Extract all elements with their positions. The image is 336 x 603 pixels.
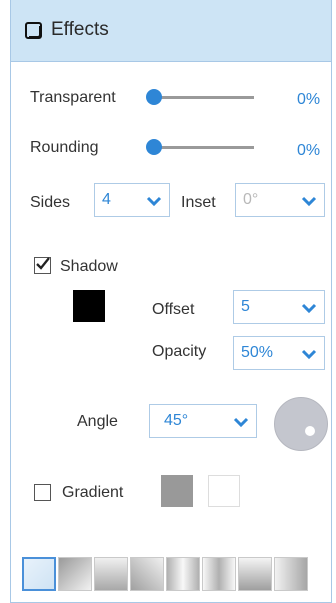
rounding-value: 0% xyxy=(297,142,321,159)
gradient-preset-4[interactable] xyxy=(130,557,164,591)
inset-label: Inset xyxy=(181,194,216,211)
gradient-preset-3[interactable] xyxy=(94,557,128,591)
transparent-slider-track[interactable] xyxy=(152,96,254,99)
gradient-preset-8[interactable] xyxy=(274,557,308,591)
panel-header[interactable]: Effects xyxy=(11,0,331,62)
offset-label: Offset xyxy=(152,301,195,318)
shadow-label: Shadow xyxy=(60,258,118,275)
angle-dial-handle[interactable] xyxy=(305,426,315,436)
gradient-color1-swatch[interactable] xyxy=(161,475,193,507)
panel-title: Effects xyxy=(51,19,109,40)
opacity-value: 50% xyxy=(241,344,274,361)
chevron-down-icon xyxy=(301,349,317,360)
sides-value: 4 xyxy=(102,191,111,208)
rounding-label: Rounding xyxy=(30,139,99,156)
opacity-label: Opacity xyxy=(152,343,207,360)
gradient-preset-6[interactable] xyxy=(202,557,236,591)
chevron-down-icon xyxy=(301,303,317,314)
sides-select[interactable]: 4 xyxy=(94,183,170,217)
gradient-presets xyxy=(22,557,308,591)
gradient-preset-5[interactable] xyxy=(166,557,200,591)
rounding-slider-thumb[interactable] xyxy=(146,139,162,155)
angle-select[interactable]: 45° xyxy=(149,404,257,438)
opacity-select[interactable]: 50% xyxy=(233,336,325,370)
shadow-color-swatch[interactable] xyxy=(73,290,105,322)
gradient-preset-7[interactable] xyxy=(238,557,272,591)
angle-label: Angle xyxy=(77,413,118,430)
panel-icon xyxy=(25,22,42,39)
chevron-down-icon xyxy=(146,196,162,207)
gradient-checkbox[interactable] xyxy=(34,484,51,501)
offset-value: 5 xyxy=(241,298,250,315)
chevron-down-icon xyxy=(301,196,317,207)
gradient-color2-swatch[interactable] xyxy=(208,475,240,507)
shadow-checkbox[interactable] xyxy=(34,257,51,274)
chevron-down-icon xyxy=(233,417,249,428)
gradient-preset-2[interactable] xyxy=(58,557,92,591)
angle-dial[interactable] xyxy=(274,397,328,451)
angle-value: 45° xyxy=(164,412,189,429)
rounding-slider-track[interactable] xyxy=(154,146,254,149)
gradient-preset-1[interactable] xyxy=(22,557,56,591)
sides-label: Sides xyxy=(30,194,71,211)
offset-select[interactable]: 5 xyxy=(233,290,325,324)
transparent-label: Transparent xyxy=(30,89,116,106)
transparent-slider-thumb[interactable] xyxy=(146,89,162,105)
transparent-value: 0% xyxy=(297,91,321,108)
inset-value: 0° xyxy=(243,191,259,208)
check-icon xyxy=(36,257,50,270)
gradient-label: Gradient xyxy=(62,484,124,501)
inset-select[interactable]: 0° xyxy=(235,183,325,217)
